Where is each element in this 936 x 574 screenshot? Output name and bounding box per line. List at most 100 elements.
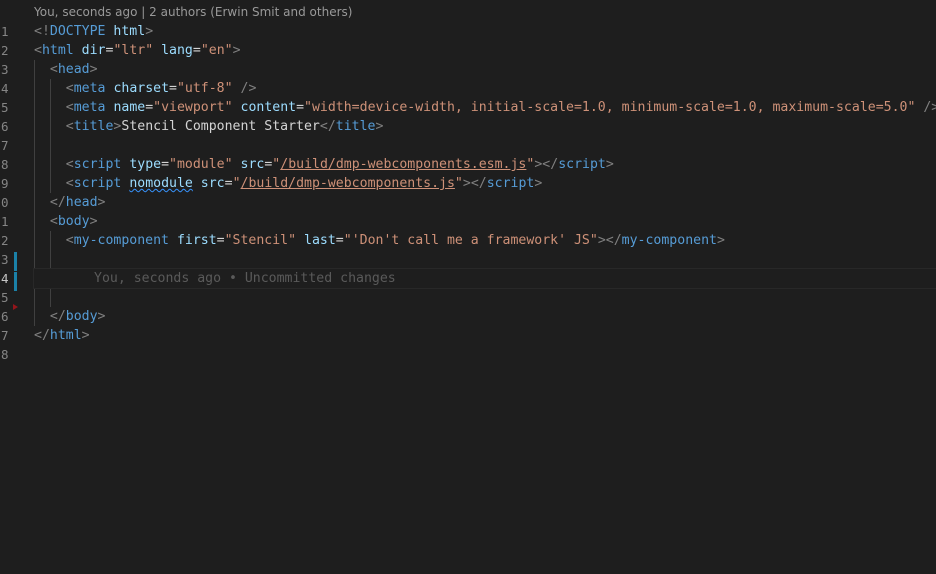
- line-number-gutter: 1 2 3 4 5 6 7 8 9 0 1 2 3 4 5 6 7 8: [0, 22, 18, 364]
- diff-modified-indicator[interactable]: [14, 252, 17, 271]
- code-line[interactable]: <title>Stencil Component Starter</title>: [34, 117, 936, 136]
- punctuation: <: [65, 157, 74, 172]
- punctuation: >: [597, 233, 606, 248]
- tag-name: script: [73, 157, 122, 172]
- punctuation: </: [470, 176, 487, 191]
- attribute-name: name: [113, 100, 146, 115]
- punctuation: <!: [34, 24, 50, 39]
- code-line[interactable]: <html dir="ltr" lang="en">: [34, 41, 936, 60]
- line-number: 9: [1, 176, 9, 191]
- punctuation: >: [232, 43, 241, 58]
- doctype-keyword: DOCTYPE: [49, 24, 106, 39]
- attribute-name-warning[interactable]: nomodule: [129, 176, 193, 191]
- line-number: 8: [1, 347, 9, 362]
- equals: =: [216, 233, 225, 248]
- src-link[interactable]: /build/dmp-webcomponents.js: [241, 176, 455, 191]
- attribute-name: dir: [81, 43, 106, 58]
- quote: ": [454, 176, 463, 191]
- tag-name: script: [486, 176, 535, 191]
- punctuation: >: [89, 214, 98, 229]
- punctuation: >: [534, 176, 543, 191]
- title-text: Stencil Component Starter: [121, 119, 320, 134]
- line-number: 7: [1, 138, 9, 153]
- punctuation: <: [49, 214, 58, 229]
- tag-name: html: [49, 328, 82, 343]
- punctuation: >: [97, 195, 106, 210]
- tag-name: my-component: [73, 233, 169, 248]
- equals: =: [161, 157, 170, 172]
- tag-name: body: [57, 214, 90, 229]
- punctuation: <: [49, 62, 58, 77]
- line-number: 2: [1, 43, 9, 58]
- attribute-name: lang: [161, 43, 193, 58]
- code-line-current[interactable]: You, seconds ago • Uncommitted changes: [33, 268, 936, 289]
- code-line-empty[interactable]: [34, 136, 936, 155]
- code-line-empty[interactable]: [34, 250, 936, 269]
- code-line[interactable]: </html>: [34, 326, 936, 345]
- attribute-value: "'Don't call me a framework' JS": [343, 233, 598, 248]
- code-line[interactable]: <meta name="viewport" content="width=dev…: [34, 98, 936, 117]
- punctuation: >: [97, 309, 106, 324]
- code-line[interactable]: <my-component first="Stencil" last="'Don…: [34, 231, 936, 250]
- tag-name: script: [73, 176, 122, 191]
- line-number: 3: [1, 62, 9, 77]
- punctuation: </: [49, 309, 66, 324]
- code-line[interactable]: <!DOCTYPE html>: [34, 22, 936, 41]
- code-line[interactable]: </body>: [34, 307, 936, 326]
- tag-name: meta: [73, 81, 106, 96]
- tag-name: my-component: [621, 233, 717, 248]
- quote: ": [232, 176, 241, 191]
- code-line[interactable]: </head>: [34, 193, 936, 212]
- attribute-name: src: [240, 157, 265, 172]
- attribute-value: "utf-8": [176, 81, 233, 96]
- punctuation: </: [319, 119, 336, 134]
- tag-name: title: [73, 119, 114, 134]
- punctuation: >: [716, 233, 725, 248]
- attribute-name: first: [176, 233, 217, 248]
- punctuation: </: [542, 157, 559, 172]
- punctuation: </: [49, 195, 66, 210]
- code-editor[interactable]: You, seconds ago | 2 authors (Erwin Smit…: [0, 0, 936, 574]
- code-area[interactable]: <!DOCTYPE html> <html dir="ltr" lang="en…: [33, 22, 936, 364]
- tag-name: script: [558, 157, 606, 172]
- punctuation: <: [34, 43, 42, 58]
- diff-deleted-marker[interactable]: [13, 304, 18, 310]
- punctuation: <: [65, 100, 74, 115]
- punctuation: <: [65, 233, 74, 248]
- punctuation: >: [375, 119, 384, 134]
- attribute-value: "module": [169, 157, 233, 172]
- tag-name: head: [57, 62, 90, 77]
- code-line[interactable]: <head>: [34, 60, 936, 79]
- punctuation: <: [65, 176, 74, 191]
- attribute-name: charset: [113, 81, 170, 96]
- equals: =: [335, 233, 344, 248]
- line-number: 6: [1, 119, 9, 134]
- doctype-html: html: [113, 24, 146, 39]
- punctuation: />: [923, 100, 936, 115]
- punctuation: >: [81, 328, 90, 343]
- code-line[interactable]: <script nomodule src="/build/dmp-webcomp…: [34, 174, 936, 193]
- equals: =: [296, 100, 305, 115]
- attribute-value: "width=device-width, initial-scale=1.0, …: [304, 100, 916, 115]
- code-line[interactable]: <body>: [34, 212, 936, 231]
- tag-name: title: [335, 119, 376, 134]
- punctuation: </: [605, 233, 622, 248]
- tag-name: html: [41, 43, 74, 58]
- line-number: 4: [1, 81, 9, 96]
- code-line-empty[interactable]: [34, 345, 936, 364]
- attribute-value: "ltr": [113, 43, 154, 58]
- inline-git-blame: You, seconds ago • Uncommitted changes: [94, 271, 396, 286]
- codelens-authors[interactable]: You, seconds ago | 2 authors (Erwin Smit…: [34, 5, 352, 19]
- attribute-name: content: [240, 100, 297, 115]
- code-line[interactable]: <meta charset="utf-8" />: [34, 79, 936, 98]
- punctuation: />: [240, 81, 257, 96]
- attribute-value: "viewport": [153, 100, 233, 115]
- equals: =: [169, 81, 177, 96]
- code-line-empty[interactable]: [34, 288, 936, 307]
- src-link[interactable]: /build/dmp-webcomponents.esm.js: [280, 157, 526, 172]
- line-number: 7: [1, 328, 9, 343]
- equals: =: [145, 100, 154, 115]
- code-line[interactable]: <script type="module" src="/build/dmp-we…: [34, 155, 936, 174]
- tag-name: head: [65, 195, 98, 210]
- diff-modified-indicator[interactable]: [14, 272, 17, 291]
